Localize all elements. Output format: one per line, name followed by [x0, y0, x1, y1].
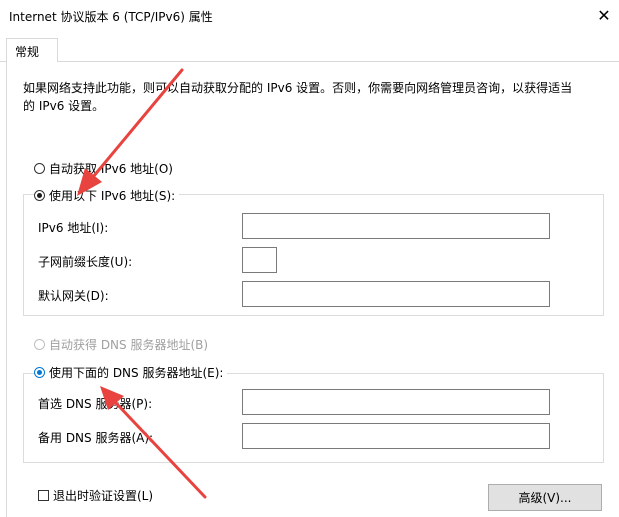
ipv6-properties-dialog: Internet 协议版本 6 (TCP/IPv6) 属性 ✕ 常规 如果网络支…	[0, 0, 619, 517]
radio-manual-dns-label: 使用下面的 DNS 服务器地址(E):	[49, 366, 224, 380]
tab-general-label: 常规	[15, 45, 40, 59]
tab-general[interactable]: 常规	[6, 38, 58, 62]
alternate-dns-input[interactable]	[242, 423, 550, 449]
advanced-button-label: 高级(V)...	[518, 491, 572, 505]
radio-auto-dns[interactable]: 自动获得 DNS 服务器地址(B)	[34, 336, 213, 353]
radio-auto-ipv6[interactable]: 自动获取 IPv6 地址(O)	[34, 160, 177, 177]
ipv6-address-label: IPv6 地址(I):	[38, 221, 109, 235]
close-button[interactable]: ✕	[589, 0, 619, 30]
window-title: Internet 协议版本 6 (TCP/IPv6) 属性	[9, 10, 213, 24]
radio-manual-ipv6[interactable]: 使用以下 IPv6 地址(S):	[34, 187, 180, 204]
alternate-dns-label: 备用 DNS 服务器(A):	[38, 431, 154, 445]
prefix-length-label: 子网前缀长度(U):	[38, 255, 133, 269]
default-gateway-label: 默认网关(D):	[38, 289, 109, 303]
description-text: 如果网络支持此功能，则可以自动获取分配的 IPv6 设置。否则，你需要向网络管理…	[23, 81, 573, 113]
radio-manual-ipv6-indicator[interactable]	[34, 190, 45, 201]
radio-manual-ipv6-label: 使用以下 IPv6 地址(S):	[49, 189, 176, 203]
radio-auto-dns-label: 自动获得 DNS 服务器地址(B)	[49, 338, 209, 352]
radio-auto-dns-indicator[interactable]	[34, 339, 45, 350]
close-icon: ✕	[597, 5, 611, 25]
validate-on-exit-label: 退出时验证设置(L)	[53, 489, 154, 503]
ipv6-address-input[interactable]	[242, 213, 550, 239]
preferred-dns-label: 首选 DNS 服务器(P):	[38, 397, 153, 411]
title-bar: Internet 协议版本 6 (TCP/IPv6) 属性 ✕	[0, 0, 619, 30]
validate-on-exit-checkbox[interactable]: 退出时验证设置(L)	[38, 487, 153, 504]
prefix-length-input[interactable]	[242, 247, 277, 273]
radio-manual-dns-indicator[interactable]	[34, 367, 45, 378]
default-gateway-input[interactable]	[242, 281, 550, 307]
validate-on-exit-box[interactable]	[38, 490, 49, 501]
radio-manual-dns[interactable]: 使用下面的 DNS 服务器地址(E):	[34, 364, 228, 381]
advanced-button[interactable]: 高级(V)...	[488, 484, 602, 511]
dns-group	[23, 373, 604, 463]
preferred-dns-input[interactable]	[242, 389, 550, 415]
radio-auto-ipv6-label: 自动获取 IPv6 地址(O)	[49, 162, 173, 176]
radio-auto-ipv6-indicator[interactable]	[34, 163, 45, 174]
